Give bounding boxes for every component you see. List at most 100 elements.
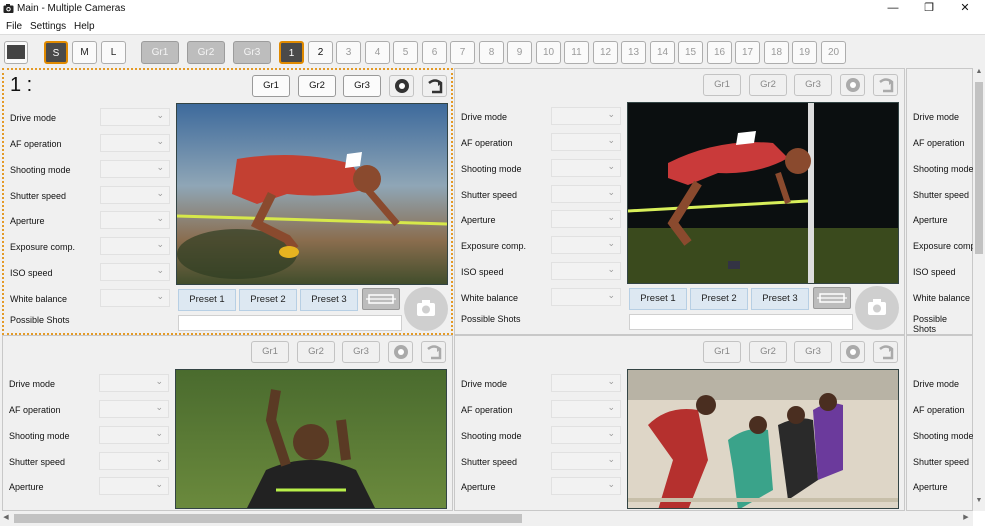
- size-s-button[interactable]: S: [44, 41, 68, 64]
- af-operation-dropdown[interactable]: [551, 400, 621, 418]
- preset-2-button[interactable]: Preset 2: [239, 289, 297, 311]
- shooting-mode-dropdown[interactable]: [100, 160, 170, 178]
- preset-3-button[interactable]: Preset 3: [751, 288, 809, 310]
- iso-speed-dropdown[interactable]: [551, 262, 621, 280]
- live-view-image[interactable]: [627, 369, 899, 509]
- panel-group2-button[interactable]: Gr2: [749, 341, 787, 363]
- camera-panel[interactable]: Drive mode AF operation Shooting mode Shutt…: [454, 68, 905, 335]
- drive-mode-dropdown[interactable]: [100, 108, 170, 126]
- live-view-image[interactable]: [627, 102, 899, 284]
- panel-group1-button[interactable]: Gr1: [703, 341, 741, 363]
- scroll-left-icon[interactable]: ◀: [0, 513, 12, 525]
- camera-5-button[interactable]: 5: [393, 41, 418, 64]
- camera-15-button[interactable]: 15: [678, 41, 703, 64]
- camera-17-button[interactable]: 17: [735, 41, 760, 64]
- close-button[interactable]: ✕: [948, 0, 982, 18]
- panel-group3-button[interactable]: Gr3: [794, 74, 832, 96]
- group1-button[interactable]: Gr1: [141, 41, 179, 64]
- camera-10-button[interactable]: 10: [536, 41, 561, 64]
- exposure-comp-dropdown[interactable]: [551, 236, 621, 254]
- preset-1-button[interactable]: Preset 1: [629, 288, 687, 310]
- menu-file[interactable]: File: [6, 21, 22, 32]
- maximize-button[interactable]: ❐: [912, 0, 946, 18]
- drive-mode-dropdown[interactable]: [99, 374, 169, 392]
- camera-1-button[interactable]: 1: [279, 41, 304, 64]
- horizontal-scrollbar[interactable]: ◀ ▶: [0, 511, 973, 526]
- shooting-mode-dropdown[interactable]: [551, 159, 621, 177]
- camera-2-button[interactable]: 2: [308, 41, 333, 64]
- camera-4-button[interactable]: 4: [365, 41, 390, 64]
- camera-panel[interactable]: Drive mode AF operation Shooting mode Shutt…: [906, 335, 974, 511]
- scroll-down-icon[interactable]: ▼: [973, 497, 985, 509]
- panel-group1-button[interactable]: Gr1: [703, 74, 741, 96]
- rotate-button[interactable]: [873, 74, 898, 96]
- live-view-image[interactable]: [175, 369, 447, 509]
- camera-panel[interactable]: Drive mode AF operation Shooting mode Shutt…: [906, 68, 978, 335]
- shutter-speed-dropdown[interactable]: [100, 186, 170, 204]
- drive-mode-dropdown[interactable]: [551, 374, 621, 392]
- live-view-image[interactable]: [176, 103, 448, 285]
- zoom-frame-button[interactable]: [813, 287, 851, 309]
- rotate-button[interactable]: [421, 341, 446, 363]
- preset-2-button[interactable]: Preset 2: [690, 288, 748, 310]
- group2-button[interactable]: Gr2: [187, 41, 225, 64]
- shutter-speed-dropdown[interactable]: [99, 452, 169, 470]
- camera-20-button[interactable]: 20: [821, 41, 846, 64]
- shutter-speed-dropdown[interactable]: [551, 452, 621, 470]
- camera-14-button[interactable]: 14: [650, 41, 675, 64]
- panel-group1-button[interactable]: Gr1: [252, 75, 290, 97]
- shooting-mode-dropdown[interactable]: [99, 426, 169, 444]
- panel-group1-button[interactable]: Gr1: [251, 341, 289, 363]
- camera-panel[interactable]: Drive mode AF operation Shooting mode Shutt…: [2, 335, 453, 511]
- horizontal-scroll-thumb[interactable]: [14, 514, 522, 523]
- aperture-dropdown[interactable]: [99, 477, 169, 495]
- camera-panel[interactable]: 1 : Drive mode AF operation Shooting mode Sh…: [2, 68, 453, 335]
- preset-3-button[interactable]: Preset 3: [300, 289, 358, 311]
- shooting-mode-dropdown[interactable]: [551, 426, 621, 444]
- exposure-comp-dropdown[interactable]: [100, 237, 170, 255]
- af-operation-dropdown[interactable]: [551, 133, 621, 151]
- af-operation-dropdown[interactable]: [99, 400, 169, 418]
- camera-16-button[interactable]: 16: [707, 41, 732, 64]
- vertical-scrollbar[interactable]: ▲ ▼: [973, 68, 985, 511]
- rotate-button[interactable]: [873, 341, 898, 363]
- camera-11-button[interactable]: 11: [564, 41, 589, 64]
- camera-6-button[interactable]: 6: [422, 41, 447, 64]
- panel-group3-button[interactable]: Gr3: [342, 341, 380, 363]
- scroll-up-icon[interactable]: ▲: [973, 68, 985, 80]
- scroll-right-icon[interactable]: ▶: [960, 513, 972, 525]
- white-balance-dropdown[interactable]: [100, 289, 170, 307]
- capture-settings-button[interactable]: [840, 341, 865, 363]
- shutter-button[interactable]: [855, 286, 899, 330]
- aperture-dropdown[interactable]: [551, 210, 621, 228]
- aperture-dropdown[interactable]: [551, 477, 621, 495]
- aperture-dropdown[interactable]: [100, 211, 170, 229]
- menu-help[interactable]: Help: [74, 21, 95, 32]
- size-l-button[interactable]: L: [101, 41, 126, 64]
- camera-3-button[interactable]: 3: [336, 41, 361, 64]
- capture-settings-button[interactable]: [840, 74, 865, 96]
- minimize-button[interactable]: —: [876, 0, 910, 18]
- drive-mode-dropdown[interactable]: [551, 107, 621, 125]
- white-balance-dropdown[interactable]: [551, 288, 621, 306]
- layout-single-button[interactable]: [4, 41, 28, 64]
- camera-19-button[interactable]: 19: [792, 41, 817, 64]
- group3-button[interactable]: Gr3: [233, 41, 271, 64]
- panel-group3-button[interactable]: Gr3: [343, 75, 381, 97]
- capture-settings-button[interactable]: [389, 75, 414, 97]
- shutter-speed-dropdown[interactable]: [551, 185, 621, 203]
- camera-8-button[interactable]: 8: [479, 41, 504, 64]
- size-m-button[interactable]: M: [72, 41, 97, 64]
- af-operation-dropdown[interactable]: [100, 134, 170, 152]
- panel-group2-button[interactable]: Gr2: [298, 75, 336, 97]
- preset-1-button[interactable]: Preset 1: [178, 289, 236, 311]
- panel-group3-button[interactable]: Gr3: [794, 341, 832, 363]
- panel-group2-button[interactable]: Gr2: [297, 341, 335, 363]
- camera-13-button[interactable]: 13: [621, 41, 646, 64]
- vertical-scroll-thumb[interactable]: [975, 82, 983, 254]
- panel-group2-button[interactable]: Gr2: [749, 74, 787, 96]
- camera-9-button[interactable]: 9: [507, 41, 532, 64]
- camera-18-button[interactable]: 18: [764, 41, 789, 64]
- shutter-button[interactable]: [404, 287, 448, 331]
- camera-panel[interactable]: Drive mode AF operation Shooting mode Shutt…: [454, 335, 905, 511]
